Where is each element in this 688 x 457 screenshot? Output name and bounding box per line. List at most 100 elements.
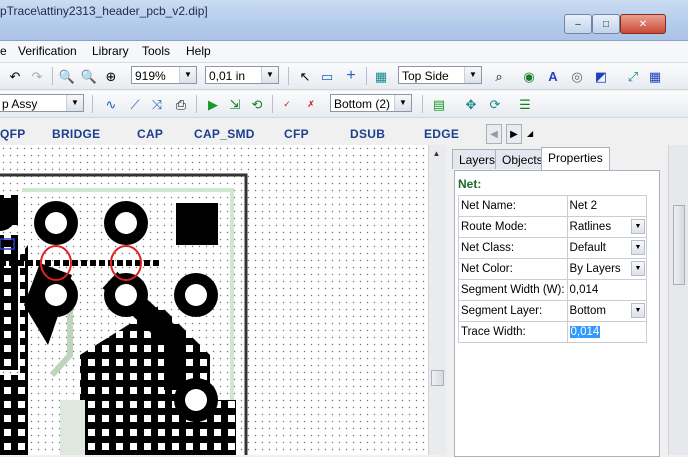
autoroute-icon[interactable]: ⤨: [148, 95, 166, 113]
grid-icon[interactable]: ▦: [646, 67, 664, 85]
prop-label: Net Name:: [458, 195, 568, 217]
lib-item-cfp[interactable]: CFP: [284, 127, 309, 141]
copper-strip: [60, 400, 85, 455]
pcb-drawing: [0, 173, 248, 455]
lib-item-dsub[interactable]: DSUB: [350, 127, 385, 141]
undo-icon[interactable]: ↶: [6, 67, 24, 85]
route-icon[interactable]: ⤢: [624, 67, 642, 85]
properties-icon[interactable]: ☰: [516, 95, 534, 113]
export-icon[interactable]: ⇲: [226, 95, 244, 113]
layer-select[interactable]: Bottom (2) ▼: [330, 94, 412, 112]
zoom-fit-icon[interactable]: ⊕: [102, 67, 120, 85]
menu-tools[interactable]: Tools: [142, 44, 170, 58]
lib-item-qfp[interactable]: QFP: [0, 127, 26, 141]
chevron-down-icon: ▼: [261, 67, 278, 83]
panel-body: Net: Net Name: Net 2 Route Mode: Ratlines ▼…: [454, 170, 660, 457]
route-mode-select[interactable]: Ratlines ▼: [566, 216, 648, 238]
scroll-thumb[interactable]: [673, 205, 685, 285]
chevron-down-icon[interactable]: ▼: [631, 261, 645, 276]
pad-icon[interactable]: ◎: [568, 67, 586, 85]
net-icon[interactable]: A: [544, 67, 562, 85]
scroll-left-icon[interactable]: ◀: [486, 124, 502, 144]
menu-file[interactable]: e: [0, 44, 7, 58]
chevron-down-icon: ▼: [464, 67, 481, 83]
move-icon[interactable]: ✥: [462, 95, 480, 113]
net-color-select[interactable]: By Layers ▼: [566, 258, 648, 280]
trace-width-field[interactable]: 0,014: [566, 321, 648, 343]
prop-label: Segment Width (W):: [458, 279, 568, 301]
net-class-select[interactable]: Default ▼: [566, 237, 648, 259]
menu-help[interactable]: Help: [186, 44, 211, 58]
component-icon[interactable]: ▦: [372, 67, 390, 85]
prop-label: Trace Width:: [458, 321, 568, 343]
trace-icon[interactable]: ∿: [102, 95, 120, 113]
chevron-down-icon: ▼: [394, 95, 411, 111]
grid-select[interactable]: 0,01 in ▼: [205, 66, 279, 84]
separator: [52, 67, 53, 85]
play-icon[interactable]: ▶: [204, 95, 222, 113]
assy-select[interactable]: p Assy ▼: [0, 94, 84, 112]
menu-library[interactable]: Library: [92, 44, 129, 58]
panel-scrollbar[interactable]: [668, 145, 688, 455]
segment-width-field[interactable]: 0,014: [566, 279, 648, 301]
scroll-thumb[interactable]: [431, 370, 444, 386]
separator: [422, 95, 423, 113]
layer-toolbar: p Assy ▼ ∿ ⟋ ⤨ ⎙ ▶ ⇲ ⟲ ✓ ✗ Bottom (2) ▼ ▤ …: [0, 91, 688, 118]
drc-icon[interactable]: ◉: [520, 67, 538, 85]
view-icon[interactable]: ◩: [592, 67, 610, 85]
rotate-icon[interactable]: ⟳: [486, 95, 504, 113]
binoculars-icon[interactable]: ⌕: [490, 67, 508, 85]
chevron-down-icon: ▼: [66, 95, 83, 111]
main-toolbar: ↶ ↷ 🔍 🔍 ⊕ 919% ▼ 0,01 in ▼ ↖ ▭ + ▦ Top Sid…: [0, 63, 688, 90]
menu-verification[interactable]: Verification: [18, 44, 77, 58]
lib-item-edge[interactable]: EDGE: [424, 127, 459, 141]
scroll-up-icon[interactable]: ▲: [431, 149, 442, 161]
zoom-in-icon[interactable]: 🔍: [58, 67, 76, 85]
title-bar: pTrace\attiny2313_header_pcb_v2.dip] – □…: [0, 0, 688, 41]
zoom-out-icon[interactable]: 🔍: [80, 67, 98, 85]
property-grid: Net Name: Net 2 Route Mode: Ratlines ▼ Net …: [458, 195, 648, 343]
net-header: Net:: [458, 177, 482, 191]
redo-icon[interactable]: ↷: [28, 67, 46, 85]
maximize-button[interactable]: □: [592, 14, 620, 34]
pcb-canvas[interactable]: [0, 145, 428, 455]
tab-properties[interactable]: Properties: [541, 147, 610, 170]
table-row: Segment Width (W): 0,014: [458, 279, 648, 301]
refresh-icon[interactable]: ⟲: [248, 95, 266, 113]
assy-value: p Assy: [2, 97, 38, 111]
prop-value: Bottom: [569, 305, 606, 317]
drc-clear-icon[interactable]: ✗: [302, 95, 320, 113]
lib-item-cap[interactable]: CAP: [137, 127, 163, 141]
segment-layer-select[interactable]: Bottom ▼: [566, 300, 648, 322]
measure-icon[interactable]: ▭: [318, 67, 336, 85]
scroll-right-icon[interactable]: ▶: [506, 124, 522, 144]
net-name-field[interactable]: Net 2: [566, 195, 648, 217]
drc-check-icon[interactable]: ✓: [278, 95, 296, 113]
side-select[interactable]: Top Side ▼: [398, 66, 482, 84]
prop-label: Route Mode:: [458, 216, 568, 238]
chevron-down-icon[interactable]: ▼: [631, 219, 645, 234]
crosshair-icon[interactable]: +: [342, 67, 360, 85]
close-button[interactable]: ✕: [620, 14, 666, 34]
zoom-value: 919%: [135, 69, 166, 83]
properties-panel: Layers Objects Properties Net: Net Name:…: [446, 145, 668, 457]
canvas-scrollbar[interactable]: ▲: [428, 145, 446, 455]
minimize-button[interactable]: –: [564, 14, 592, 34]
library-menu-icon[interactable]: ◢: [527, 129, 533, 138]
separator: [366, 67, 367, 85]
prop-value: By Layers: [569, 263, 621, 275]
prop-label: Net Class:: [458, 237, 568, 259]
zoom-select[interactable]: 919% ▼: [131, 66, 197, 84]
printer-icon[interactable]: ⎙: [172, 95, 190, 113]
route-trace-icon[interactable]: ⟋: [126, 95, 144, 113]
separator: [272, 95, 273, 113]
lib-item-bridge[interactable]: BRIDGE: [52, 127, 100, 141]
lib-item-cap-smd[interactable]: CAP_SMD: [194, 127, 255, 141]
select-arrow-icon[interactable]: ↖: [296, 67, 314, 85]
layer-value: Bottom (2): [334, 97, 391, 111]
chevron-down-icon[interactable]: ▼: [631, 303, 645, 318]
footprint-icon[interactable]: ▤: [430, 95, 448, 113]
side-value: Top Side: [402, 69, 449, 83]
chevron-down-icon[interactable]: ▼: [631, 240, 645, 255]
chevron-down-icon: ▼: [179, 67, 196, 83]
